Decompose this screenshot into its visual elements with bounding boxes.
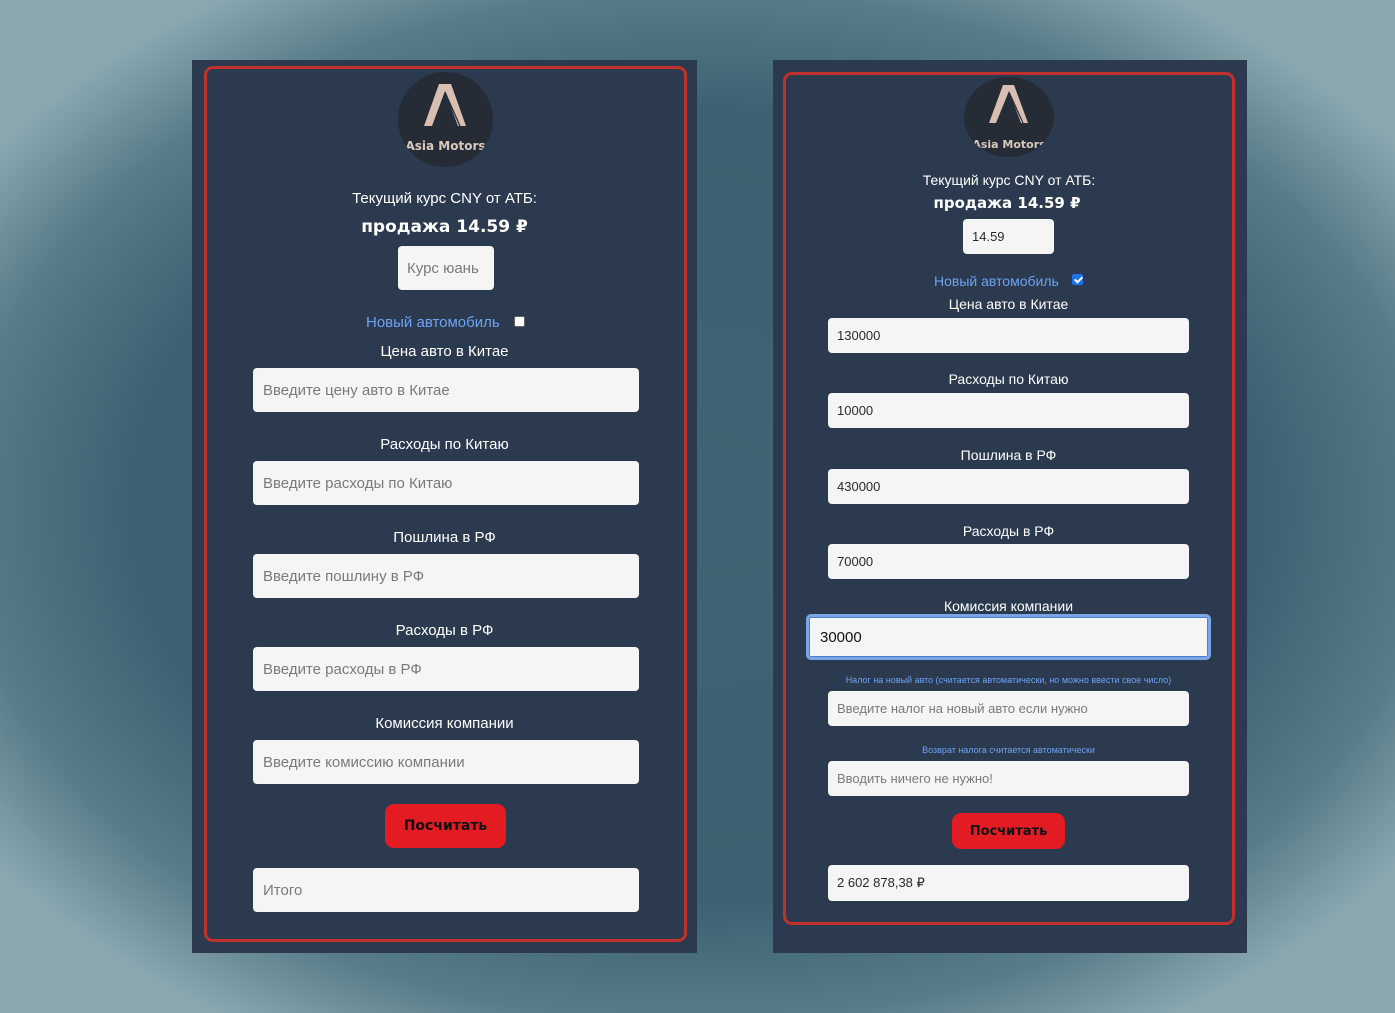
- new-car-tax-input[interactable]: Введите налог на новый авто если нужно: [828, 691, 1189, 726]
- new-car-checkbox[interactable]: [1072, 274, 1083, 285]
- total-output: Итого: [253, 868, 639, 912]
- total-output: 2 602 878,38 ₽: [828, 865, 1189, 901]
- duty-input[interactable]: Введите пошлину в РФ: [253, 554, 639, 598]
- rate-sale: продажа 14.59 ₽: [933, 194, 1081, 212]
- china-expenses-input[interactable]: Введите расходы по Китаю: [253, 461, 639, 505]
- brand-logo: Asia Motors: [398, 72, 493, 167]
- brand-logo: Asia Motors: [964, 77, 1054, 157]
- field-label-rf-expenses: Расходы в РФ: [395, 622, 494, 639]
- tax-hint: Налог на новый авто (считается автоматич…: [845, 675, 1172, 685]
- field-label-china-expenses: Расходы по Китаю: [380, 436, 509, 453]
- field-label-car-price: Цена авто в Китае: [380, 343, 509, 360]
- tax-refund-input[interactable]: Вводить ничего не нужно!: [828, 761, 1189, 796]
- calculate-button[interactable]: Посчитать: [952, 813, 1065, 849]
- car-price-input[interactable]: 130000: [828, 318, 1189, 353]
- field-label-commission: Комиссия компании: [375, 715, 514, 732]
- commission-input[interactable]: Введите комиссию компании: [253, 740, 639, 784]
- field-label-rf-expenses: Расходы в РФ: [962, 523, 1055, 539]
- calculate-button[interactable]: Посчитать: [385, 804, 506, 848]
- calculator-panel-filled: Asia Motors Текущий курс CNY от АТБ: про…: [773, 60, 1247, 953]
- new-car-label[interactable]: Новый автомобиль: [934, 273, 1059, 289]
- rate-label: Текущий курс CNY от АТБ:: [922, 172, 1096, 188]
- rf-expenses-input[interactable]: 70000: [828, 544, 1189, 579]
- rate-input[interactable]: Курс юань: [398, 246, 494, 290]
- rate-label: Текущий курс CNY от АТБ:: [352, 190, 537, 207]
- field-label-duty: Пошлина в РФ: [960, 447, 1057, 463]
- calculator-panel-empty: Asia Motors Текущий курс CNY от АТБ: про…: [192, 60, 697, 953]
- new-car-label[interactable]: Новый автомобиль: [366, 314, 500, 331]
- commission-input[interactable]: 30000: [806, 614, 1211, 660]
- refund-hint: Возврат налога считается автоматически: [922, 745, 1095, 755]
- field-label-china-expenses: Расходы по Китаю: [948, 371, 1069, 387]
- field-label-car-price: Цена авто в Китае: [948, 296, 1069, 312]
- field-label-duty: Пошлина в РФ: [393, 529, 496, 546]
- car-price-input[interactable]: Введите цену авто в Китае: [253, 368, 639, 412]
- rf-expenses-input[interactable]: Введите расходы в РФ: [253, 647, 639, 691]
- field-label-commission: Комиссия компании: [943, 598, 1074, 614]
- brand-name: Asia Motors: [972, 138, 1046, 151]
- new-car-checkbox[interactable]: [514, 316, 525, 327]
- china-expenses-input[interactable]: 10000: [828, 393, 1189, 428]
- duty-input[interactable]: 430000: [828, 469, 1189, 504]
- rate-input[interactable]: 14.59: [963, 219, 1054, 254]
- brand-name: Asia Motors: [405, 139, 486, 153]
- rate-sale: продажа 14.59 ₽: [361, 217, 528, 237]
